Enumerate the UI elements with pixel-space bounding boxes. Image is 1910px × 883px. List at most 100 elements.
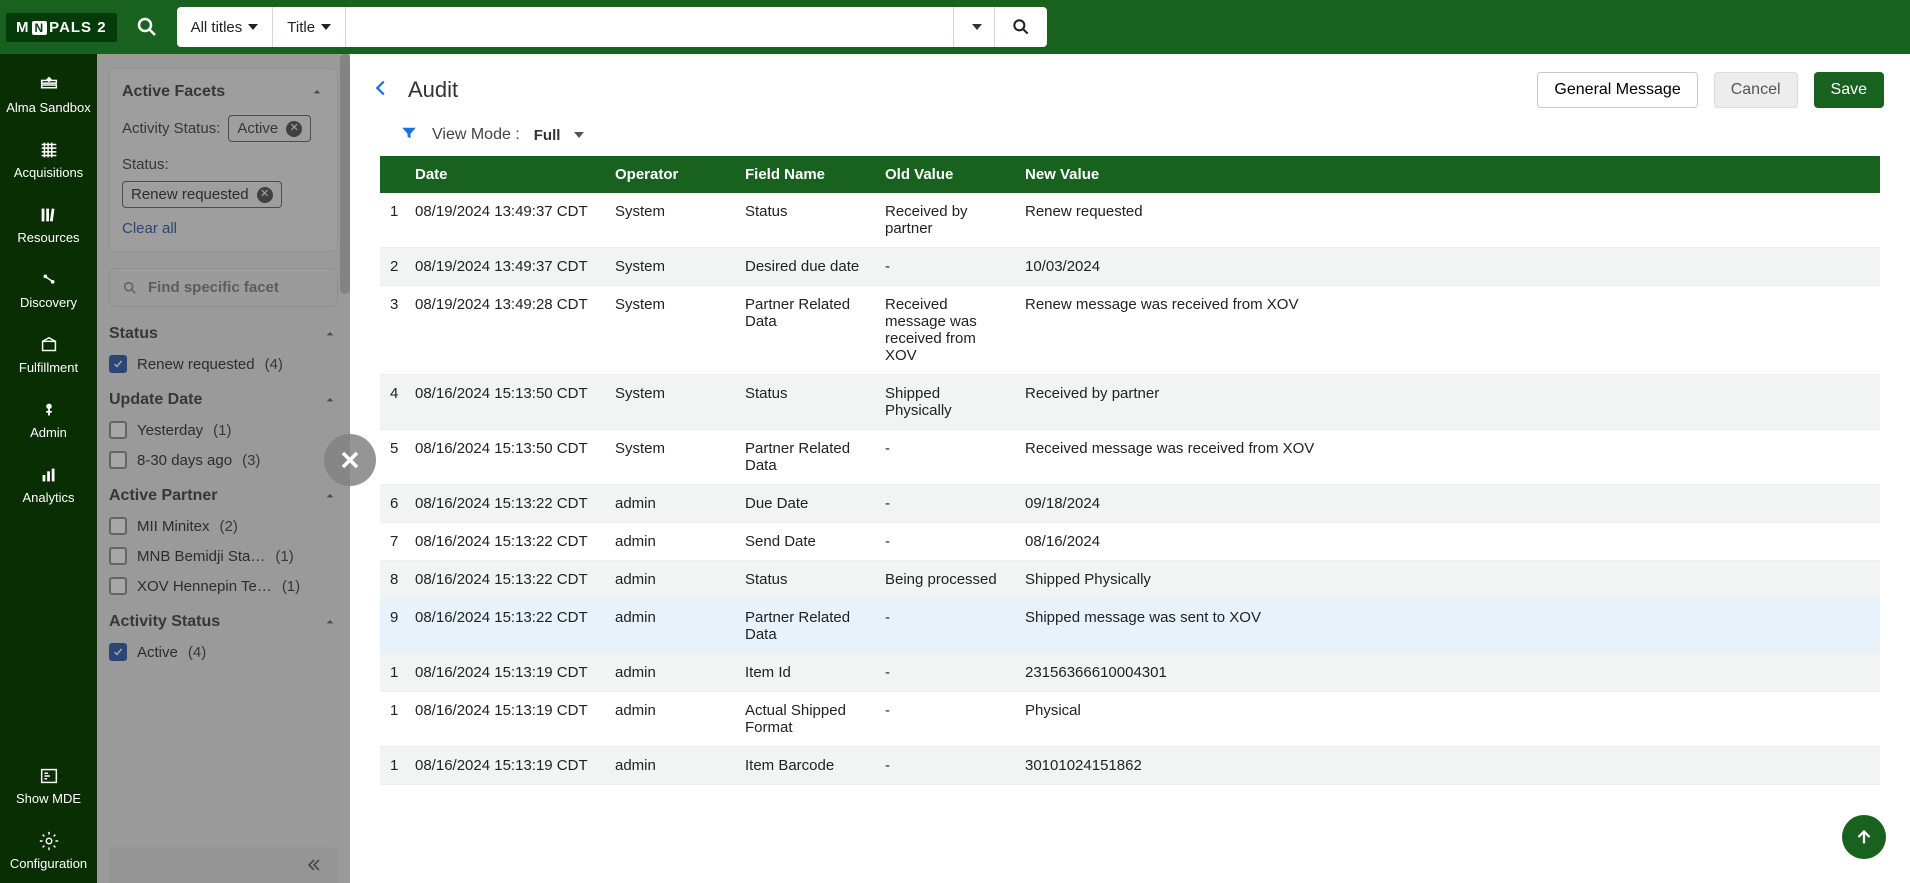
col-header-old-value[interactable]: Old Value <box>875 156 1015 193</box>
cell-index: 1 <box>380 692 405 747</box>
filter-icon[interactable] <box>400 124 418 146</box>
cell-new-value: Received message was received from XOV <box>1015 430 1880 485</box>
cell-date: 08/19/2024 13:49:28 CDT <box>405 286 605 375</box>
app-logo: MNPALS 2 <box>6 13 117 42</box>
save-button[interactable]: Save <box>1814 72 1884 108</box>
facet-panel: Active Facets Activity Status: Active ✕ … <box>97 54 350 883</box>
cell-index: 4 <box>380 375 405 430</box>
persistent-search-icon[interactable] <box>123 7 171 47</box>
nav-fulfillment[interactable]: Fulfillment <box>0 322 97 387</box>
cell-operator: System <box>605 193 735 248</box>
view-mode-dropdown[interactable]: Full <box>534 127 585 144</box>
cell-index: 2 <box>380 248 405 286</box>
cell-operator: System <box>605 375 735 430</box>
cell-field-name: Status <box>735 375 875 430</box>
cell-operator: admin <box>605 692 735 747</box>
scroll-to-top-button[interactable] <box>1842 815 1886 859</box>
cell-date: 08/19/2024 13:49:37 CDT <box>405 248 605 286</box>
nav-label: Acquisitions <box>14 165 83 180</box>
table-row[interactable]: 508/16/2024 15:13:50 CDTSystemPartner Re… <box>380 430 1880 485</box>
back-button[interactable] <box>370 77 392 103</box>
cell-index: 1 <box>380 747 405 785</box>
col-header-new-value[interactable]: New Value <box>1015 156 1880 193</box>
cell-old-value: - <box>875 747 1015 785</box>
search-input[interactable] <box>346 18 953 36</box>
cell-field-name: Partner Related Data <box>735 430 875 485</box>
col-header-operator[interactable]: Operator <box>605 156 735 193</box>
table-row[interactable]: 208/19/2024 13:49:37 CDTSystemDesired du… <box>380 248 1880 286</box>
cell-old-value: Received by partner <box>875 193 1015 248</box>
cell-date: 08/16/2024 15:13:19 CDT <box>405 654 605 692</box>
search-scope-label: All titles <box>191 19 243 36</box>
cell-old-value: - <box>875 599 1015 654</box>
table-row[interactable]: 808/16/2024 15:13:22 CDTadminStatusBeing… <box>380 561 1880 599</box>
nav-discovery[interactable]: Discovery <box>0 257 97 322</box>
cell-new-value: 09/18/2024 <box>1015 485 1880 523</box>
cell-date: 08/16/2024 15:13:50 CDT <box>405 430 605 485</box>
table-row[interactable]: 908/16/2024 15:13:22 CDTadminPartner Rel… <box>380 599 1880 654</box>
caret-down-icon <box>574 132 584 138</box>
nav-admin[interactable]: Admin <box>0 387 97 452</box>
search-field-dropdown[interactable]: Title <box>273 7 346 47</box>
nav-show-mde[interactable]: Show MDE <box>0 753 97 818</box>
cell-index: 3 <box>380 286 405 375</box>
cell-field-name: Send Date <box>735 523 875 561</box>
cell-field-name: Actual Shipped Format <box>735 692 875 747</box>
cell-operator: admin <box>605 599 735 654</box>
filter-bar: View Mode : Full <box>350 118 1910 156</box>
cell-date: 08/19/2024 13:49:37 CDT <box>405 193 605 248</box>
cell-old-value: - <box>875 692 1015 747</box>
nav-acquisitions[interactable]: Acquisitions <box>0 127 97 192</box>
cell-field-name: Desired due date <box>735 248 875 286</box>
search-scope-dropdown[interactable]: All titles <box>177 7 274 47</box>
nav-label: Fulfillment <box>19 360 78 375</box>
table-row[interactable]: 608/16/2024 15:13:22 CDTadminDue Date-09… <box>380 485 1880 523</box>
caret-down-icon <box>248 24 258 30</box>
col-header-index <box>380 156 405 193</box>
cell-field-name: Partner Related Data <box>735 286 875 375</box>
cell-index: 1 <box>380 654 405 692</box>
search-bar: All titles Title <box>177 7 1047 47</box>
nav-label: Analytics <box>22 490 74 505</box>
table-row[interactable]: 108/19/2024 13:49:37 CDTSystemStatusRece… <box>380 193 1880 248</box>
table-row[interactable]: 108/16/2024 15:13:19 CDTadminActual Ship… <box>380 692 1880 747</box>
cell-new-value: Received by partner <box>1015 375 1880 430</box>
nav-alma-sandbox[interactable]: Alma Sandbox <box>0 62 97 127</box>
main-panel: Audit General Message Cancel Save View M… <box>350 54 1910 883</box>
cell-field-name: Partner Related Data <box>735 599 875 654</box>
table-row[interactable]: 108/16/2024 15:13:19 CDTadminItem Id-231… <box>380 654 1880 692</box>
cell-operator: admin <box>605 561 735 599</box>
col-header-field-name[interactable]: Field Name <box>735 156 875 193</box>
table-row[interactable]: 108/16/2024 15:13:19 CDTadminItem Barcod… <box>380 747 1880 785</box>
cancel-button[interactable]: Cancel <box>1714 72 1798 108</box>
caret-down-icon <box>321 24 331 30</box>
close-facet-overlay-button[interactable] <box>324 434 376 486</box>
nav-configuration[interactable]: Configuration <box>0 818 97 883</box>
table-row[interactable]: 408/16/2024 15:13:50 CDTSystemStatusShip… <box>380 375 1880 430</box>
cell-index: 6 <box>380 485 405 523</box>
cell-field-name: Status <box>735 561 875 599</box>
cell-index: 5 <box>380 430 405 485</box>
cell-date: 08/16/2024 15:13:19 CDT <box>405 747 605 785</box>
nav-resources[interactable]: Resources <box>0 192 97 257</box>
table-row[interactable]: 308/19/2024 13:49:28 CDTSystemPartner Re… <box>380 286 1880 375</box>
cell-date: 08/16/2024 15:13:22 CDT <box>405 485 605 523</box>
search-home-dropdown[interactable] <box>953 7 995 47</box>
cell-old-value: - <box>875 485 1015 523</box>
table-row[interactable]: 708/16/2024 15:13:22 CDTadminSend Date-0… <box>380 523 1880 561</box>
col-header-date[interactable]: Date <box>405 156 605 193</box>
cell-old-value: - <box>875 654 1015 692</box>
facet-overlay <box>97 54 350 883</box>
cell-index: 9 <box>380 599 405 654</box>
audit-table: Date Operator Field Name Old Value New V… <box>380 156 1880 785</box>
nav-label: Resources <box>17 230 79 245</box>
cell-old-value: Shipped Physically <box>875 375 1015 430</box>
table-body: 108/19/2024 13:49:37 CDTSystemStatusRece… <box>380 193 1880 785</box>
cell-date: 08/16/2024 15:13:19 CDT <box>405 692 605 747</box>
nav-analytics[interactable]: Analytics <box>0 452 97 517</box>
search-submit-button[interactable] <box>995 7 1047 47</box>
cell-operator: admin <box>605 485 735 523</box>
cell-old-value: - <box>875 248 1015 286</box>
view-mode-value: Full <box>534 127 561 144</box>
general-message-button[interactable]: General Message <box>1537 72 1697 108</box>
